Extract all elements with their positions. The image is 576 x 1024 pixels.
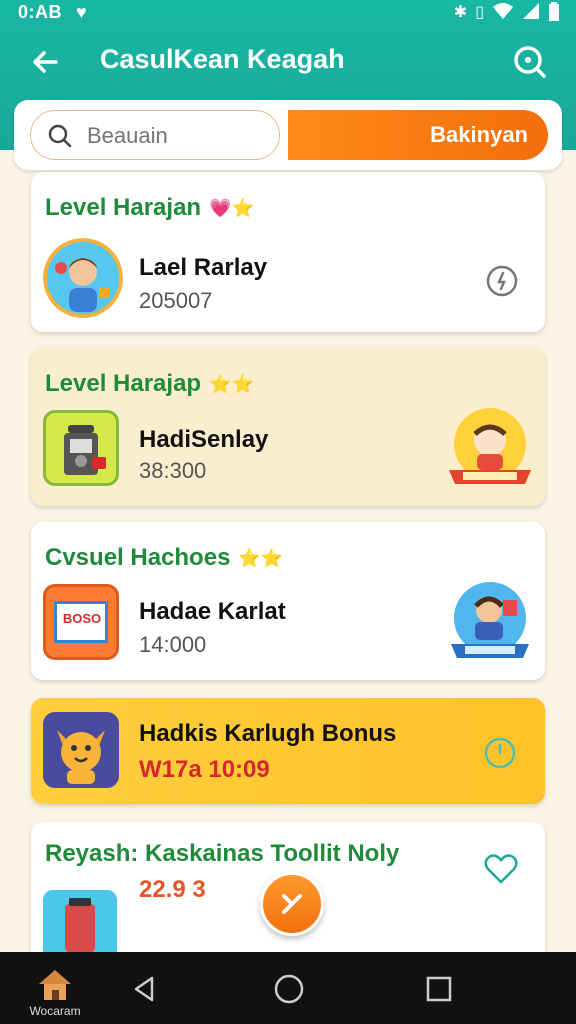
search-button[interactable]: Bakinyan [288, 110, 548, 160]
nav-back-icon[interactable] [128, 972, 162, 1006]
stars-icon: ⭐⭐ [238, 548, 284, 569]
status-bar: 0:AB ♥ ✱ ▯ [0, 0, 576, 28]
promo-price: 22.9 3 [139, 876, 206, 903]
close-fab-button[interactable] [260, 872, 324, 936]
machine-icon [43, 410, 119, 486]
item-value: 14:000 [139, 632, 207, 657]
search-icon[interactable] [510, 42, 550, 82]
info-circle-icon[interactable] [485, 264, 519, 303]
signal-icon [522, 2, 540, 27]
boso-box-icon: BOSO [43, 584, 119, 660]
nav-home-circle-icon[interactable] [272, 972, 306, 1006]
home-button[interactable]: Wocaram [20, 964, 90, 1020]
back-arrow-icon[interactable] [26, 42, 66, 82]
level-card-3[interactable]: Cvsuel Hachoes ⭐⭐ BOSO Hadae Karlat 14:00… [31, 522, 545, 680]
vibrate-icon: ▯ [475, 4, 484, 21]
card-title: Cvsuel Hachoes ⭐⭐ [45, 544, 284, 571]
status-icons: ✱ ▯ [454, 2, 560, 27]
item-name: Lael Rarlay [139, 254, 268, 281]
item-value: 205007 [139, 288, 213, 313]
heart-icon: ♥ [76, 2, 88, 22]
character-badge-icon [445, 578, 531, 664]
stars-icon: 💗⭐ [209, 198, 254, 219]
status-time: 0:AB [18, 2, 63, 22]
wifi-icon [492, 2, 514, 27]
stars-icon: ⭐⭐ [209, 374, 254, 395]
level-card-2[interactable]: Level Harajap ⭐⭐ HadiSenlay 38:300 [31, 348, 545, 506]
card-title: Level Harajap ⭐⭐ [45, 370, 254, 397]
clock-icon[interactable] [483, 736, 517, 775]
bonus-timer: W17a 10:09 [139, 756, 270, 783]
search-panel: Bakinyan [14, 100, 562, 170]
heart-outline-icon[interactable] [483, 852, 519, 891]
magnifier-icon [48, 124, 72, 148]
item-name: HadiSenlay [139, 426, 269, 453]
item-name: Hadae Karlat [139, 598, 286, 625]
bonus-card[interactable]: Hadkis Karlugh Bonus W17a 10:09 [31, 698, 545, 804]
bonus-name: Hadkis Karlugh Bonus [139, 720, 397, 747]
search-field[interactable] [30, 110, 280, 160]
battery-icon [548, 2, 560, 27]
home-icon [39, 970, 71, 1000]
bluetooth-icon: ✱ [453, 4, 468, 21]
app-bar: CasulKean Keagah [0, 34, 576, 90]
home-label: Wocaram [29, 1004, 81, 1018]
card-title: Reyash: Kaskainas Toollit Noly [45, 840, 400, 867]
page-title: CasulKean Keagah [100, 44, 345, 74]
jar-icon [43, 890, 117, 952]
avatar-icon [43, 238, 123, 318]
search-input[interactable] [87, 121, 267, 151]
dog-mascot-icon [43, 712, 119, 788]
card-title: Level Harajan 💗⭐ [45, 194, 254, 221]
character-badge-icon [445, 404, 531, 490]
system-nav-bar: Wocaram [0, 952, 576, 1024]
level-card-1[interactable]: Level Harajan 💗⭐ Lael Rarlay 205007 [31, 172, 545, 332]
nav-recents-icon[interactable] [422, 972, 456, 1006]
boso-label: BOSO [62, 611, 102, 626]
item-value: 38:300 [139, 458, 207, 483]
